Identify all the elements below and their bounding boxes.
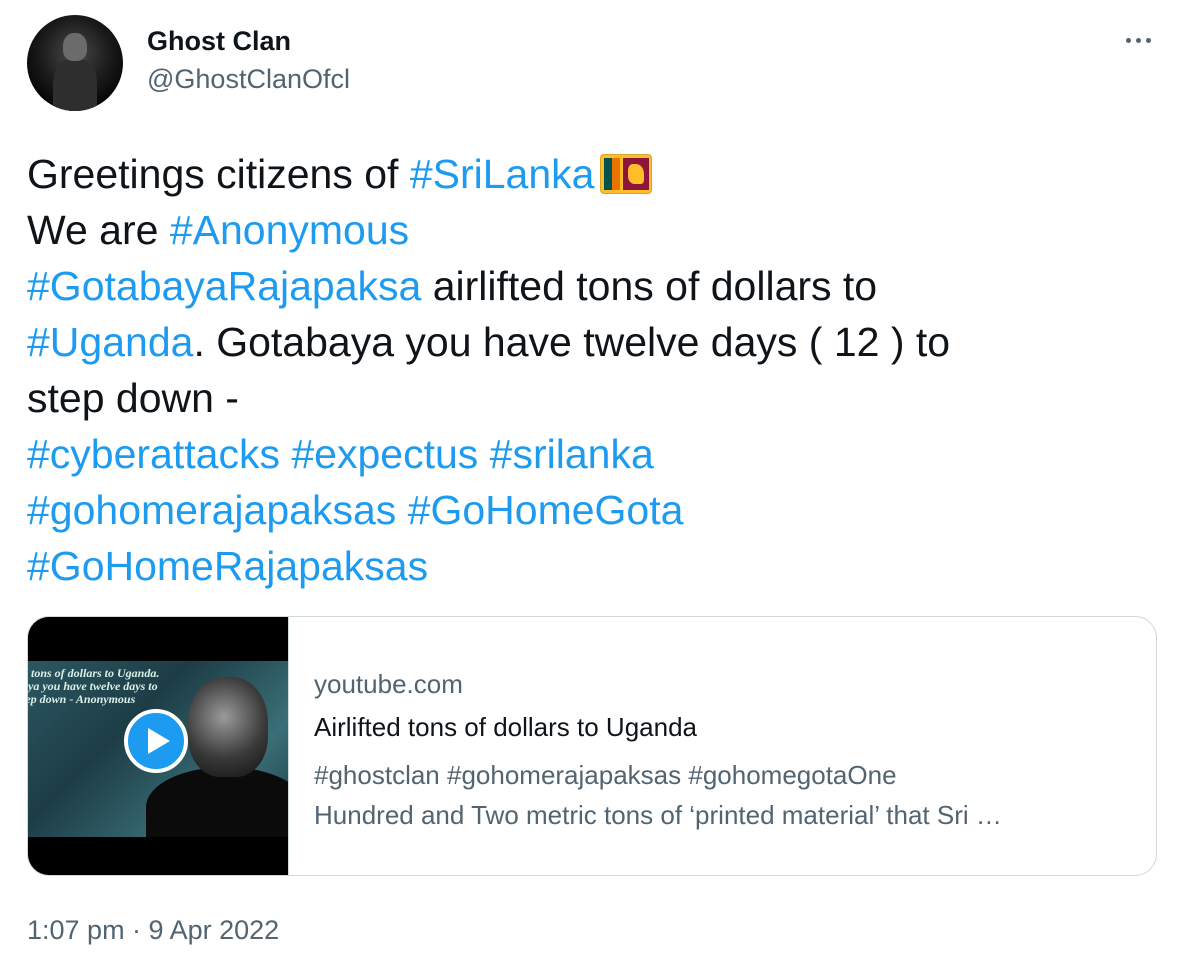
tweet-line: step down -: [27, 370, 1147, 426]
author-display-name[interactable]: Ghost Clan: [147, 25, 291, 57]
tweet-text: Greetings citizens of #SriLanka We are #…: [27, 146, 1147, 594]
tweet-line: #gohomerajapaksas #GoHomeGota: [27, 482, 1147, 538]
tweet-text-segment: Greetings citizens of: [27, 151, 410, 197]
avatar-gas-mask: [63, 33, 87, 61]
tweet-line: We are #Anonymous: [27, 202, 1147, 258]
play-icon[interactable]: [124, 709, 188, 773]
hashtag-link[interactable]: #Anonymous: [170, 207, 409, 253]
link-preview-card[interactable]: d tons of dollars to Uganda. aya you hav…: [27, 616, 1157, 876]
sri-lanka-flag-emoji: [600, 154, 653, 194]
tweet-line: #Uganda. Gotabaya you have twelve days (…: [27, 314, 1147, 370]
thumbnail-gas-mask: [188, 677, 268, 777]
tweet-text-segment: . Gotabaya you have twelve days ( 12 ) t…: [193, 319, 951, 365]
card-description: #ghostclan #gohomerajapaksas #gohomegota…: [314, 755, 1134, 835]
thumbnail-letterbox-top: [28, 617, 288, 661]
tweet-timestamp[interactable]: 1:07 pm · 9 Apr 2022: [27, 912, 279, 948]
card-description-line: Hundred and Two metric tons of ‘printed …: [314, 800, 1002, 830]
tweet-line: #GoHomeRajapaksas: [27, 538, 1147, 594]
tweet-text-segment: step down -: [27, 375, 239, 421]
tweet-text-segment: We are: [27, 207, 170, 253]
hashtag-link[interactable]: #GoHomeGota: [408, 487, 684, 533]
tweet-line: #GotabayaRajapaksa airlifted tons of dol…: [27, 258, 1147, 314]
hashtag-link[interactable]: #SriLanka: [410, 151, 595, 197]
more-options-icon[interactable]: [1118, 28, 1158, 52]
thumbnail-figure-body: [146, 767, 288, 847]
more-dot: [1125, 37, 1131, 43]
more-dot: [1135, 37, 1141, 43]
video-thumbnail[interactable]: d tons of dollars to Uganda. aya you hav…: [28, 617, 289, 875]
hashtag-link[interactable]: #cyberattacks: [27, 431, 280, 477]
hashtag-link[interactable]: #expectus: [291, 431, 478, 477]
more-dot: [1145, 37, 1151, 43]
hashtag-link[interactable]: #Uganda: [27, 319, 193, 365]
avatar-figure-body: [53, 59, 97, 111]
hashtag-link[interactable]: #gohomerajapaksas: [27, 487, 396, 533]
avatar[interactable]: [27, 15, 123, 111]
hashtag-link[interactable]: #GoHomeRajapaksas: [27, 543, 428, 589]
card-description-line: #ghostclan #gohomerajapaksas #gohomegota…: [314, 760, 897, 790]
tweet-text-segment: airlifted tons of dollars to: [421, 263, 878, 309]
hashtag-link[interactable]: #srilanka: [490, 431, 654, 477]
card-domain: youtube.com: [314, 669, 463, 699]
tweet-line: Greetings citizens of #SriLanka: [27, 146, 1147, 202]
tweet-line: #cyberattacks #expectus #srilanka: [27, 426, 1147, 482]
thumbnail-letterbox-bottom: [28, 837, 288, 875]
card-title: Airlifted tons of dollars to Uganda: [314, 712, 697, 742]
author-handle[interactable]: @GhostClanOfcl: [147, 63, 350, 95]
hashtag-link[interactable]: #GotabayaRajapaksa: [27, 263, 421, 309]
